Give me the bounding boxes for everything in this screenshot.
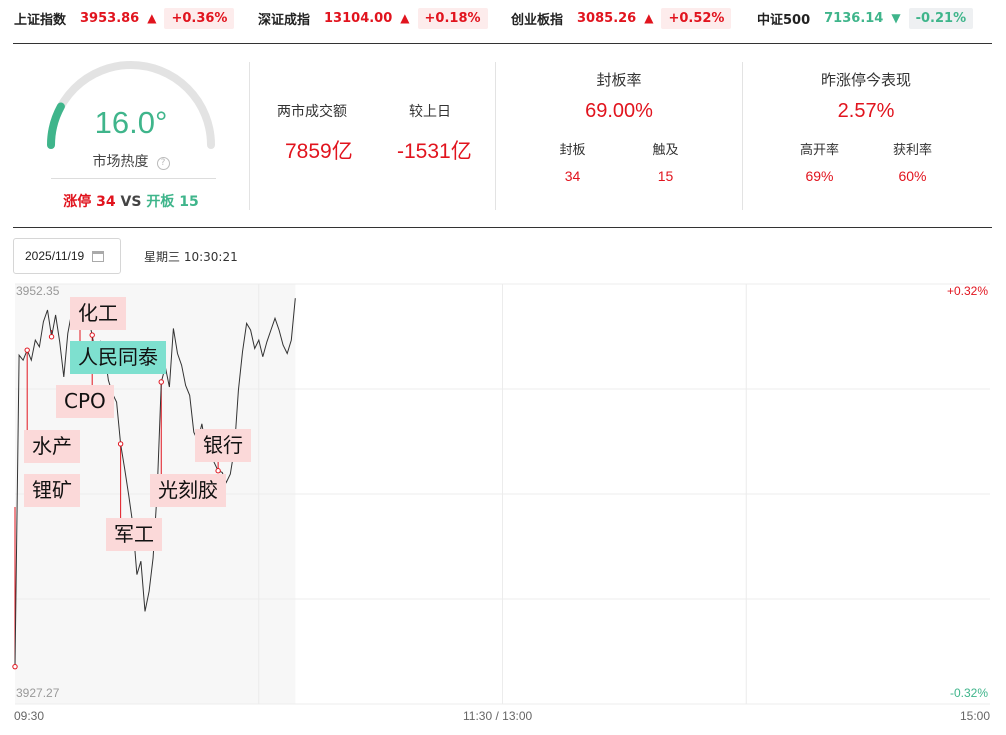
delta-label: 较上日: [409, 104, 451, 120]
sealed-value: 34: [564, 168, 581, 184]
event-tag[interactable]: 军工: [106, 518, 162, 551]
event-tag[interactable]: 锂矿: [24, 474, 80, 507]
broken-count: 15: [179, 194, 199, 210]
event-marker: [89, 332, 95, 338]
index-value: 13104.00: [324, 10, 393, 26]
profit-label: 获利率: [892, 143, 932, 158]
profit-value: 60%: [898, 168, 927, 184]
x-tick-midday: 11:30 / 13:00: [463, 709, 533, 723]
high-open-value: 69%: [805, 168, 834, 184]
index-shenzhen[interactable]: 深证成指 13104.00 ▲ +0.18%: [258, 6, 488, 30]
index-name: 创业板指: [511, 12, 564, 28]
event-marker: [215, 468, 221, 474]
date-value: 2025/11/19: [25, 249, 85, 263]
index-name: 上证指数: [14, 12, 67, 28]
index-change-badge: -0.21%: [908, 7, 974, 29]
turnover-delta: -1531亿: [397, 140, 472, 163]
event-tag[interactable]: 银行: [195, 429, 251, 462]
y-min-label: 3927.27: [16, 686, 60, 700]
index-chinext[interactable]: 创业板指 3085.26 ▲ +0.52%: [511, 6, 732, 30]
panel-divider: [249, 62, 250, 210]
profit-stat: 获利率 60%: [868, 139, 958, 184]
event-marker: [158, 379, 164, 385]
heat-label: 市场热度: [92, 154, 149, 170]
market-heat-gauge: 16.0° 市场热度? 涨停 34 VS 开板 15: [45, 59, 225, 219]
index-value: 3953.86: [80, 10, 140, 26]
date-picker[interactable]: 2025/11/19: [13, 238, 121, 274]
index-name: 中证500: [757, 12, 811, 28]
index-value: 7136.14: [824, 10, 884, 26]
event-marker: [48, 334, 55, 340]
index-change-badge: +0.52%: [661, 7, 732, 29]
yesterday-value: 2.57%: [837, 100, 895, 122]
divider: [13, 43, 992, 44]
yesterday-title: 昨涨停今表现: [820, 71, 911, 89]
seal-rate-title: 封板率: [596, 71, 642, 89]
event-marker: [117, 441, 124, 447]
event-tag[interactable]: 化工: [70, 297, 126, 330]
event-tag[interactable]: CPO: [56, 385, 114, 418]
limit-up-vs-broken: 涨停 34 VS 开板 15: [45, 191, 217, 211]
pct-max-label: +0.32%: [946, 284, 988, 298]
up-arrow-icon: ▲: [147, 11, 157, 25]
index-change-badge: +0.18%: [417, 7, 488, 29]
help-icon[interactable]: ?: [156, 157, 170, 170]
event-tag[interactable]: 光刻胶: [150, 474, 226, 507]
sealed-stat: 封板 34: [528, 139, 618, 184]
touched-label: 触及: [652, 143, 679, 158]
index-name: 深证成指: [258, 12, 311, 28]
up-arrow-icon: ▲: [644, 11, 654, 25]
limit-up-count: 34: [96, 194, 116, 210]
high-open-stat: 高开率 69%: [775, 139, 865, 184]
event-tag[interactable]: 人民同泰: [70, 341, 166, 374]
pct-min-label: -0.32%: [949, 686, 988, 700]
x-tick-close: 15:00: [959, 709, 990, 723]
calendar-icon: [92, 250, 105, 262]
high-open-label: 高开率: [799, 143, 839, 158]
broken-label: 开板: [146, 194, 175, 210]
seal-rate-block: 封板率 69.00% 封板 34 触及 15: [496, 69, 742, 184]
weekday-time: 星期三 10:30:21: [144, 250, 238, 264]
down-arrow-icon: ▼: [891, 11, 901, 25]
event-marker: [12, 663, 18, 670]
index-ticker-bar: 上证指数 3953.86 ▲ +0.36% 深证成指 13104.00 ▲ +0…: [0, 0, 1006, 36]
turnover-amount: 7859亿: [285, 140, 353, 163]
touched-stat: 触及 15: [621, 139, 711, 184]
heat-temperature: 16.0°: [94, 105, 168, 140]
turnover-label: 两市成交额: [277, 104, 347, 120]
up-arrow-icon: ▲: [400, 11, 410, 25]
index-value: 3085.26: [577, 10, 637, 26]
index-csi500[interactable]: 中证500 7136.14 ▼ -0.21%: [757, 6, 974, 30]
yesterday-limit-up-block: 昨涨停今表现 2.57% 高开率 69% 获利率 60%: [743, 69, 989, 184]
index-shanghai[interactable]: 上证指数 3953.86 ▲ +0.36%: [14, 6, 235, 30]
seal-rate-value: 69.00%: [585, 100, 653, 122]
divider: [13, 227, 992, 228]
event-tag[interactable]: 水产: [24, 430, 80, 463]
market-stats-panel: 16.0° 市场热度? 涨停 34 VS 开板 15 两市成交额 较上日 785…: [13, 45, 992, 227]
x-tick-open: 09:30: [14, 709, 45, 723]
touched-value: 15: [657, 168, 674, 184]
gauge-divider: [51, 178, 216, 179]
vs-text: VS: [120, 194, 142, 210]
intraday-chart: 3952.35 3927.27 +0.32% -0.32% 09:30 11:3…: [0, 280, 1006, 735]
heat-label-row: 市场热度?: [45, 151, 217, 171]
index-change-badge: +0.36%: [164, 7, 235, 29]
limit-up-label: 涨停: [63, 194, 92, 210]
y-max-label: 3952.35: [16, 284, 60, 298]
sealed-label: 封板: [559, 143, 586, 158]
event-marker: [24, 347, 30, 353]
